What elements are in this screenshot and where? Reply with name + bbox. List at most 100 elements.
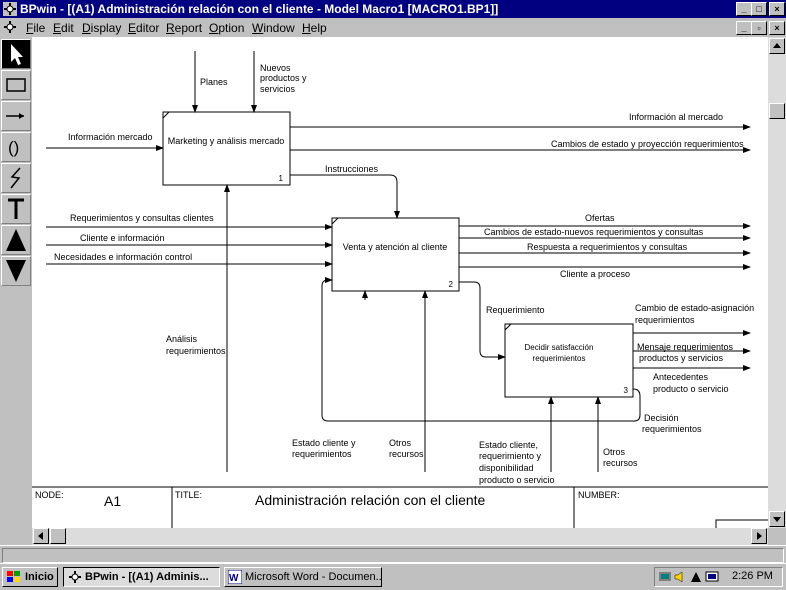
arrow-tool[interactable]: [1, 101, 31, 131]
parentheses-icon: (): [8, 138, 19, 157]
tray-app-icon[interactable]: [689, 570, 703, 584]
taskbar-word-label: Microsoft Word - Documen...: [245, 571, 382, 583]
scroll-left-button[interactable]: [33, 528, 49, 544]
label-cambio-asignacion-1: Cambio de estado-asignación: [635, 303, 754, 313]
footer-number-label: NUMBER:: [578, 490, 620, 500]
menu-editor[interactable]: Editor: [128, 21, 159, 35]
down-tool[interactable]: [1, 256, 31, 286]
label-mensaje-2: productos y servicios: [639, 353, 724, 363]
arrow-left-icon: [38, 532, 43, 540]
network-icon[interactable]: [658, 570, 672, 584]
status-bar: [0, 545, 786, 564]
up-tool[interactable]: [1, 225, 31, 255]
triangle-down-icon: [6, 260, 26, 282]
display-settings-icon[interactable]: [705, 570, 719, 584]
label-estado2-d: producto o servicio: [479, 475, 555, 485]
label-cambios-nuevos: Cambios de estado-nuevos requerimientos …: [484, 227, 704, 237]
label-mensaje-1: Mensaje requerimientos: [637, 342, 734, 352]
horizontal-scroll-thumb[interactable]: [50, 528, 66, 544]
menu-report[interactable]: Report: [166, 21, 202, 35]
scroll-right-button[interactable]: [751, 528, 767, 544]
label-analisis-2: requerimientos: [166, 346, 226, 356]
squiggle-tool[interactable]: (): [1, 132, 31, 162]
label-antecedentes-1: Antecedentes: [653, 372, 709, 382]
squiggle-icon: [10, 167, 21, 189]
idef0-diagram[interactable]: Marketing y análisis mercado 1 Venta y a…: [32, 37, 768, 528]
box-corner: [331, 217, 339, 225]
footer-node-value: A1: [104, 493, 121, 509]
box-3-name-line1: Decidir satisfacción: [525, 343, 594, 352]
window-title: BPwin - [(A1) Administración relación co…: [20, 2, 499, 16]
maximize-button[interactable]: □: [751, 2, 767, 16]
label-requerimientos-consultas: Requerimientos y consultas clientes: [70, 213, 214, 223]
menu-edit[interactable]: Edit: [53, 21, 74, 35]
activity-box-2[interactable]: [331, 217, 460, 292]
lightning-tool[interactable]: [1, 163, 31, 193]
footer-title-value: Administración relación con el cliente: [255, 492, 486, 508]
minimize-button[interactable]: _: [736, 2, 752, 16]
svg-text:(): (): [8, 138, 19, 157]
taskbar-bpwin[interactable]: BPwin - [(A1) Adminis...: [63, 567, 220, 587]
label-nuevos-1: Nuevos: [260, 63, 291, 73]
scroll-up-button[interactable]: [769, 38, 785, 54]
label-otros-recursos-2b: recursos: [603, 458, 638, 468]
start-button[interactable]: Inicio: [2, 567, 58, 587]
scroll-down-button[interactable]: [769, 511, 785, 527]
label-antecedentes-2: producto o servicio: [653, 384, 729, 394]
menu-file[interactable]: File: [26, 21, 45, 35]
speaker-icon[interactable]: [673, 570, 687, 584]
clock[interactable]: 2:26 PM: [732, 570, 773, 582]
box-corner: [504, 323, 512, 331]
menu-help[interactable]: Help: [302, 21, 327, 35]
label-decision-2: requerimientos: [642, 424, 702, 434]
label-necesidades: Necesidades e información control: [54, 252, 192, 262]
windows-logo-icon: [7, 571, 20, 582]
menu-option[interactable]: Option: [209, 21, 244, 35]
bpwin-icon: [69, 571, 81, 583]
footer-title-label: TITLE:: [175, 490, 202, 500]
label-nuevos-2: productos y: [260, 73, 307, 83]
bpwin-app-icon[interactable]: [3, 2, 17, 16]
label-informacion-al-mercado: Información al mercado: [629, 112, 723, 122]
activity-box-1[interactable]: [162, 111, 291, 186]
toolbox: (): [0, 37, 32, 289]
taskbar-word[interactable]: W Microsoft Word - Documen...: [224, 567, 382, 587]
arrow-icon: [6, 113, 24, 119]
arrow-requerimiento[interactable]: [459, 281, 506, 360]
word-icon: W: [228, 570, 242, 584]
menu-display[interactable]: Display: [82, 21, 121, 35]
system-tray: 2:26 PM: [654, 567, 783, 587]
horizontal-scrollbar[interactable]: [32, 528, 768, 545]
label-estado-cliente-1: Estado cliente y: [292, 438, 356, 448]
label-nuevos-3: servicios: [260, 84, 296, 94]
vertical-scrollbar[interactable]: [768, 37, 786, 528]
menu-window[interactable]: Window: [252, 21, 295, 35]
diagram-canvas[interactable]: Marketing y análisis mercado 1 Venta y a…: [32, 37, 768, 528]
box-corner: [162, 111, 170, 119]
vertical-scroll-thumb[interactable]: [769, 103, 785, 119]
label-analisis-1: Análisis: [166, 334, 198, 344]
text-tool[interactable]: [1, 194, 31, 224]
label-decision-1: Decisión: [644, 413, 679, 423]
arrow-instrucciones[interactable]: [290, 174, 400, 219]
label-instrucciones: Instrucciones: [325, 164, 379, 174]
pointer-icon: [11, 44, 23, 65]
box-1-number: 1: [279, 174, 284, 183]
svg-text:W: W: [229, 573, 239, 584]
arrow-up-icon: [773, 43, 781, 48]
label-cliente-proceso: Cliente a proceso: [560, 269, 630, 279]
doc-restore-button[interactable]: ▫: [751, 21, 767, 35]
label-cambios-proyeccion: Cambios de estado y proyección requerimi…: [551, 139, 744, 149]
text-icon: [8, 198, 24, 219]
label-cambio-asignacion-2: requerimientos: [635, 315, 695, 325]
box-tool[interactable]: [1, 70, 31, 100]
label-otros-recursos-2a: Otros: [603, 447, 626, 457]
document-icon[interactable]: [3, 20, 17, 34]
taskbar-bpwin-label: BPwin - [(A1) Adminis...: [85, 571, 209, 583]
pointer-tool[interactable]: [1, 39, 31, 69]
doc-close-button[interactable]: ×: [769, 21, 785, 35]
doc-minimize-button[interactable]: _: [736, 21, 752, 35]
close-button[interactable]: ×: [769, 2, 785, 16]
label-respuesta: Respuesta a requerimientos y consultas: [527, 242, 688, 252]
box-2-number: 2: [449, 280, 454, 289]
